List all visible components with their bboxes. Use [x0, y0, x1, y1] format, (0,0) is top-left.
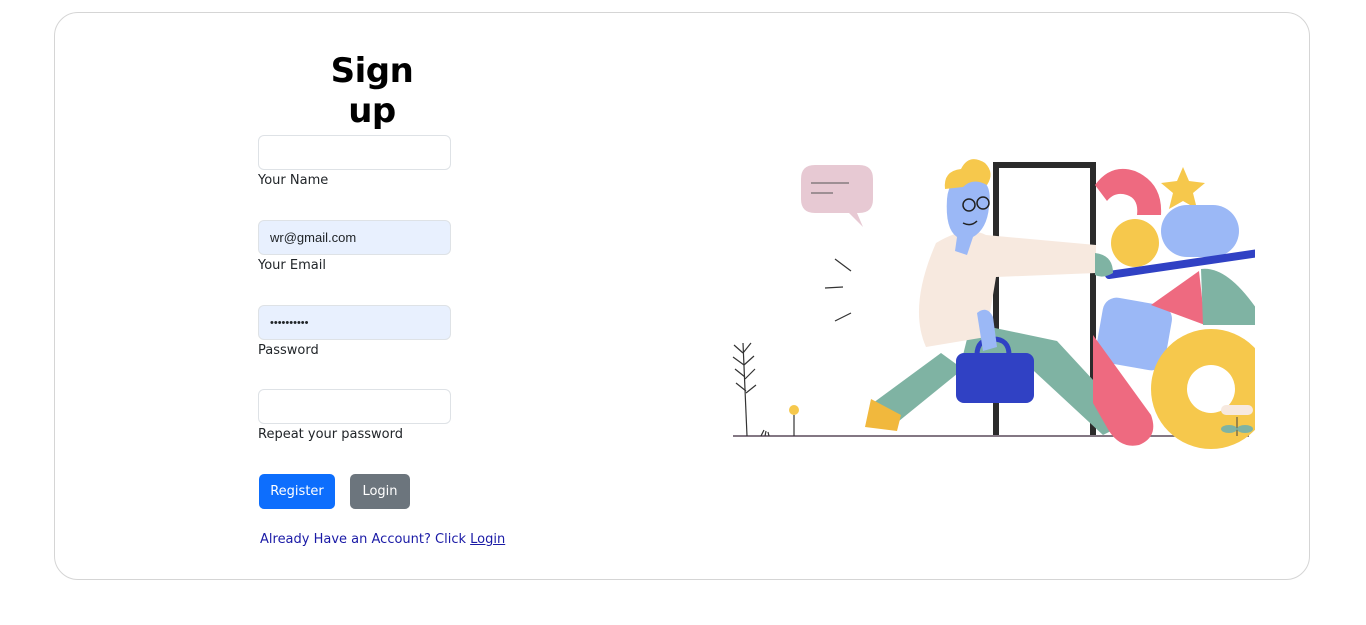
- bag: [956, 353, 1034, 403]
- login-prompt-text: Already Have an Account? Click: [260, 532, 471, 547]
- password-input[interactable]: [258, 305, 451, 340]
- plant-left-icon: [732, 342, 770, 437]
- register-button[interactable]: Register: [259, 474, 335, 509]
- password-field-group: Password: [258, 305, 451, 358]
- email-label: Your Email: [258, 258, 326, 273]
- flower-dot: [789, 405, 799, 415]
- repeat-password-field-group: Repeat your password: [258, 389, 451, 442]
- signup-illustration-icon: [732, 159, 1255, 449]
- name-label: Your Name: [258, 173, 329, 188]
- name-field-group: Your Name: [258, 135, 451, 188]
- speech-bubble-icon: [801, 165, 873, 227]
- name-input[interactable]: [258, 135, 451, 170]
- repeat-password-input[interactable]: [258, 389, 451, 424]
- repeat-password-label: Repeat your password: [258, 427, 403, 442]
- login-link[interactable]: Login: [470, 532, 505, 547]
- signup-card: Sign up Your Name Your Email Password Re…: [54, 12, 1310, 580]
- login-button[interactable]: Login: [350, 474, 410, 509]
- login-prompt: Already Have an Account? Click Login: [260, 532, 505, 547]
- page-title: Sign up: [330, 51, 414, 131]
- motion-lines: [824, 258, 852, 322]
- password-label: Password: [258, 343, 319, 358]
- email-input[interactable]: [258, 220, 451, 255]
- email-field-group: Your Email: [258, 220, 451, 273]
